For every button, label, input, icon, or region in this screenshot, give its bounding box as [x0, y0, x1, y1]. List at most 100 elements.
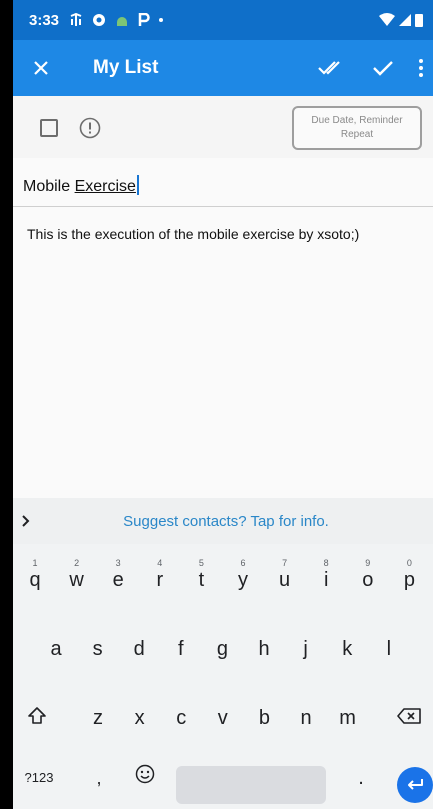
battery-icon	[415, 14, 423, 27]
app-bar: My List	[13, 40, 433, 96]
comma-key[interactable]: ,	[81, 750, 117, 802]
key-s[interactable]: s	[78, 621, 118, 673]
key-number-hint: 3	[115, 558, 121, 568]
key-h[interactable]: h	[244, 621, 284, 673]
key-u[interactable]: 7u	[265, 552, 305, 604]
space-bar[interactable]	[176, 766, 326, 804]
wifi-icon	[379, 13, 395, 26]
subject-field[interactable]: Mobile Exercise	[13, 158, 433, 207]
key-v[interactable]: v	[203, 690, 243, 742]
enter-key[interactable]	[397, 767, 433, 803]
key-letter: y	[238, 569, 248, 591]
double-check-icon	[318, 61, 340, 75]
key-number-hint: 5	[198, 558, 204, 568]
chrome-icon	[93, 14, 106, 26]
key-letter: i	[323, 569, 329, 591]
p-icon	[138, 13, 150, 26]
save-button[interactable]	[357, 60, 409, 76]
key-letter: q	[29, 569, 41, 591]
notes-body[interactable]: This is the execution of the mobile exer…	[27, 226, 427, 242]
due-date-reminder-button[interactable]: Due Date, Reminder Repeat	[292, 106, 422, 150]
expand-suggestions-button[interactable]	[13, 515, 39, 527]
backspace-key[interactable]	[387, 690, 431, 742]
keyboard-row-4: ?123 , .	[13, 750, 433, 804]
key-d[interactable]: d	[119, 621, 159, 673]
key-l[interactable]: l	[369, 621, 409, 673]
close-button[interactable]	[13, 60, 69, 76]
suggest-contacts-link[interactable]: Suggest contacts? Tap for info.	[39, 513, 413, 530]
key-f[interactable]: f	[161, 621, 201, 673]
key-letter: l	[386, 638, 392, 660]
key-n[interactable]: n	[286, 690, 326, 742]
subject-underlined-word: Exercise	[74, 178, 136, 195]
key-a[interactable]: a	[36, 621, 76, 673]
app-notification-icon	[70, 13, 82, 26]
key-y[interactable]: 6y	[223, 552, 263, 604]
key-letter: h	[258, 638, 270, 660]
check-icon	[373, 61, 393, 76]
subject-text: Mobile Exercise	[23, 175, 139, 196]
app-bar-actions	[305, 59, 433, 77]
key-letter: o	[362, 569, 374, 591]
key-number-hint: 4	[157, 558, 163, 568]
key-letter: b	[258, 707, 270, 729]
more-vert-icon	[419, 59, 423, 77]
key-p[interactable]: 0p	[389, 552, 429, 604]
due-button-line2: Repeat	[340, 129, 374, 140]
key-letter: d	[133, 638, 145, 660]
android-icon	[117, 17, 128, 26]
key-w[interactable]: 2w	[57, 552, 97, 604]
key-letter: w	[69, 569, 84, 591]
key-k[interactable]: k	[327, 621, 367, 673]
period-key[interactable]: .	[343, 750, 379, 802]
key-i[interactable]: 8i	[306, 552, 346, 604]
key-o[interactable]: 9o	[348, 552, 388, 604]
shift-icon	[28, 707, 46, 724]
backspace-icon	[397, 708, 421, 724]
more-options-button[interactable]	[409, 59, 433, 77]
key-r[interactable]: 4r	[140, 552, 180, 604]
key-letter: t	[198, 569, 205, 591]
mark-all-done-button[interactable]	[305, 60, 357, 76]
key-letter: v	[217, 707, 228, 729]
key-c[interactable]: c	[161, 690, 201, 742]
soft-keyboard: 1q2w3e4r5t6y7u8i9o0p asdfghjkl zxcvbnm ?…	[13, 544, 433, 809]
key-g[interactable]: g	[202, 621, 242, 673]
exclamation-circle-icon	[79, 117, 101, 139]
key-letter: p	[403, 569, 415, 591]
key-j[interactable]: j	[286, 621, 326, 673]
app-frame: 3:33 My List Due Date, Reminder Repeat M…	[13, 0, 433, 809]
key-letter: f	[178, 638, 184, 660]
key-m[interactable]: m	[328, 690, 368, 742]
subject-prefix: Mobile	[23, 178, 75, 195]
system-icons	[379, 13, 423, 27]
complete-checkbox[interactable]	[40, 119, 58, 137]
suggestion-bar: Suggest contacts? Tap for info.	[13, 498, 433, 544]
key-t[interactable]: 5t	[181, 552, 221, 604]
key-number-hint: 0	[406, 558, 412, 568]
key-z[interactable]: z	[78, 690, 118, 742]
key-q[interactable]: 1q	[15, 552, 55, 604]
priority-button[interactable]	[79, 117, 101, 144]
key-letter: c	[176, 707, 187, 729]
shift-key[interactable]	[17, 690, 57, 742]
key-letter: j	[303, 638, 308, 660]
key-x[interactable]: x	[120, 690, 160, 742]
key-b[interactable]: b	[244, 690, 284, 742]
key-letter: e	[112, 569, 124, 591]
key-letter: m	[339, 707, 356, 729]
notification-icons	[69, 13, 164, 27]
key-number-hint: 8	[323, 558, 329, 568]
key-number-hint: 6	[240, 558, 246, 568]
keyboard-row-3: zxc v bnm	[13, 690, 433, 742]
key-e[interactable]: 3e	[98, 552, 138, 604]
chevron-right-icon	[22, 515, 30, 527]
key-letter: g	[216, 638, 228, 660]
keyboard-row-2: a s d f g h jkl	[13, 621, 433, 673]
emoji-key[interactable]	[127, 750, 163, 802]
status-bar: 3:33	[13, 0, 433, 40]
key-letter: a	[50, 638, 62, 660]
emoji-icon	[135, 764, 155, 784]
key-letter: s	[92, 638, 103, 660]
symbols-key[interactable]: ?123	[19, 750, 59, 802]
